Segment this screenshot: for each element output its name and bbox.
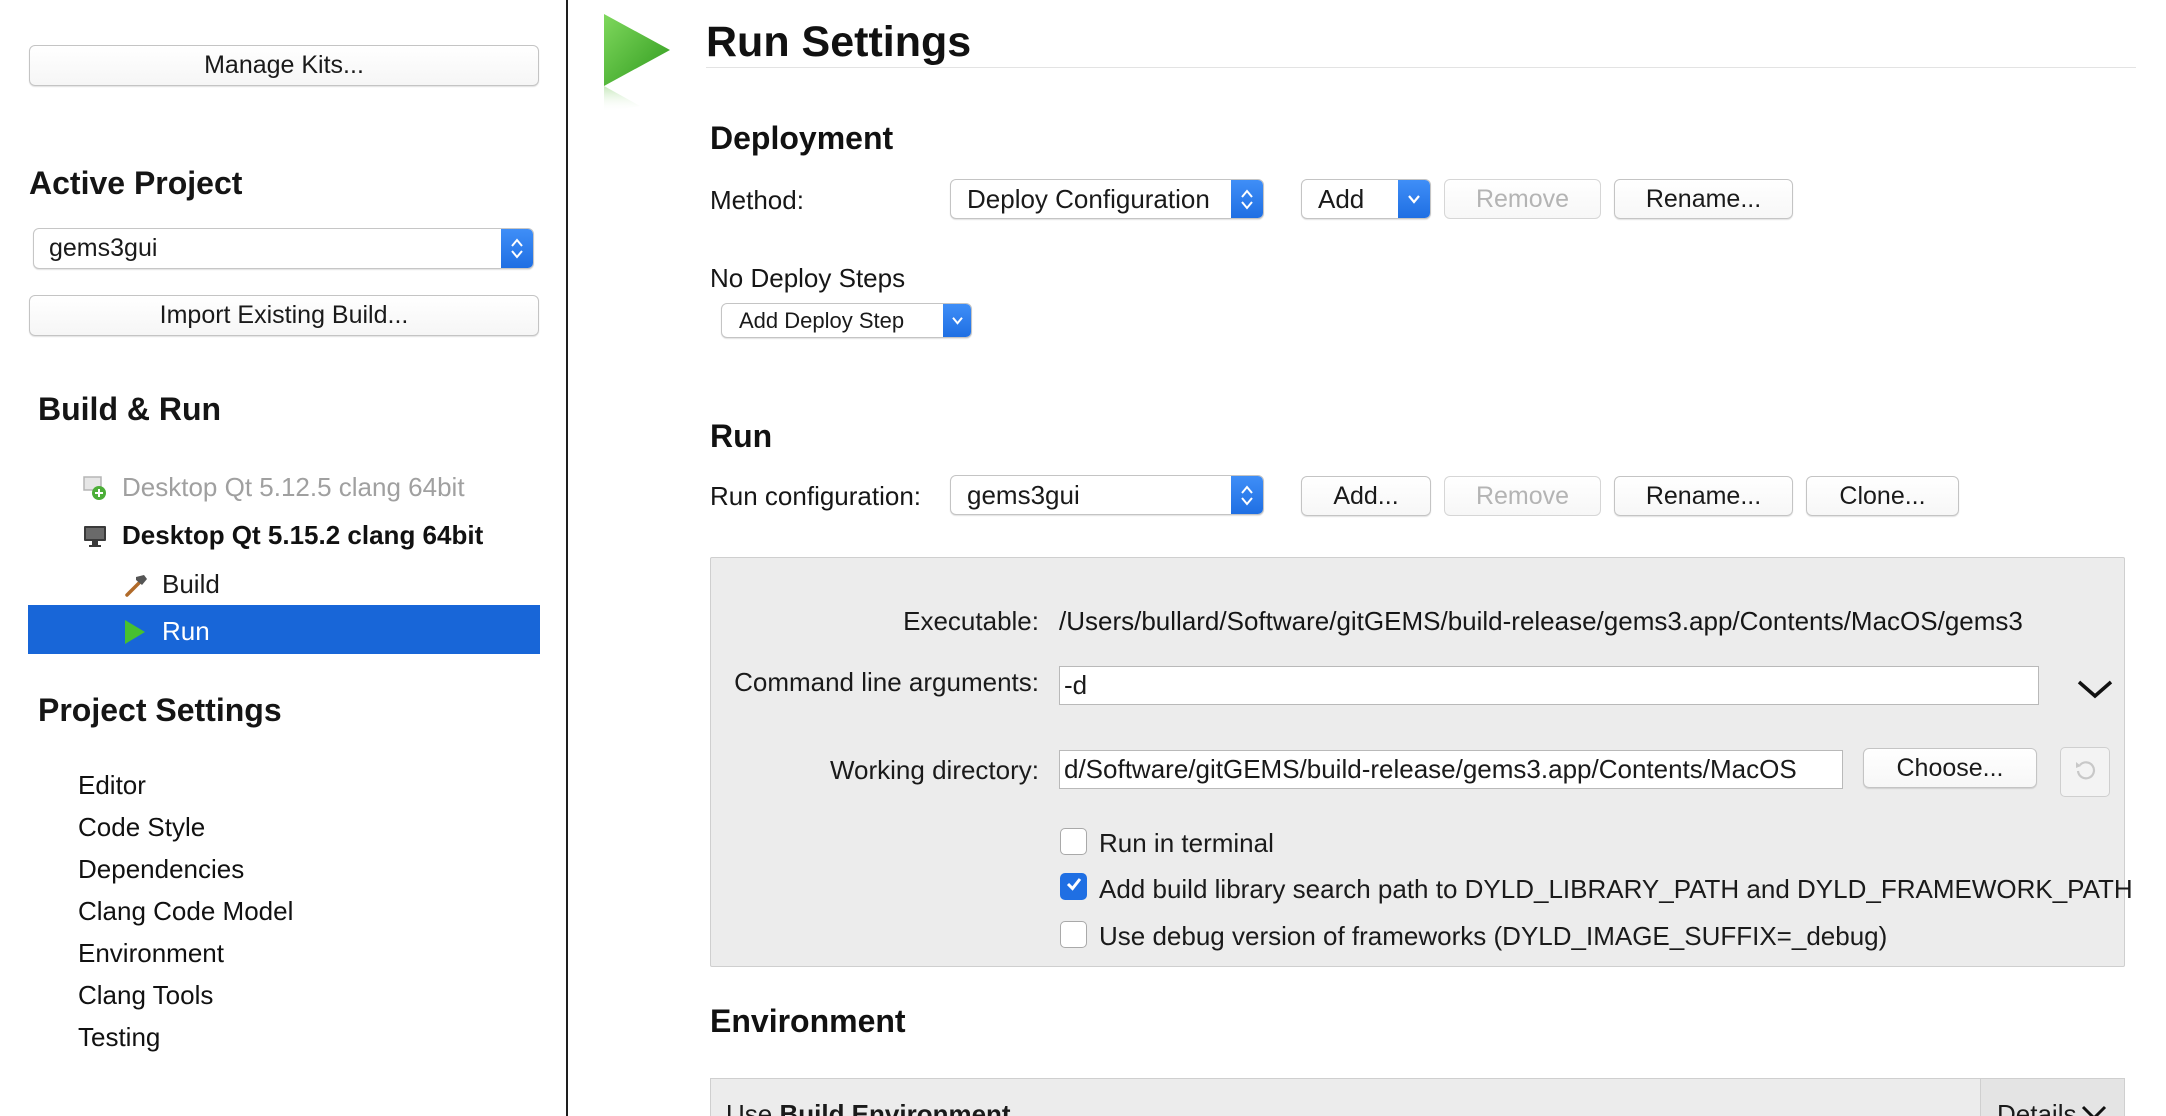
kit-item-qt-5-12-5[interactable]: Desktop Qt 5.12.5 clang 64bit <box>82 472 465 503</box>
sidebar-item-label: Run <box>162 616 210 646</box>
deploy-add-label: Add <box>1318 183 1365 214</box>
run-rename-button[interactable]: Rename... <box>1614 476 1793 516</box>
environment-base-value: Build Environment <box>779 1099 1011 1116</box>
add-deploy-step-button[interactable]: Add Deploy Step <box>721 303 972 338</box>
dyld-library-path-label: Add build library search path to DYLD_LI… <box>1099 874 2133 904</box>
kit-label: Desktop Qt 5.12.5 clang 64bit <box>122 472 465 502</box>
reset-directory-button[interactable] <box>2060 747 2110 797</box>
project-settings-heading: Project Settings <box>38 692 282 728</box>
working-directory-label: Working directory: <box>829 755 1039 785</box>
run-clone-button[interactable]: Clone... <box>1806 476 1959 516</box>
stepper-arrows-icon <box>1231 180 1263 218</box>
stepper-arrows-icon <box>501 229 533 268</box>
play-icon <box>122 618 148 646</box>
deploy-method-label: Method: <box>710 185 804 215</box>
choose-directory-button[interactable]: Choose... <box>1863 748 2037 788</box>
environment-table: Use Build Environment Details <box>710 1078 2125 1116</box>
kit-label: Desktop Qt 5.15.2 clang 64bit <box>122 520 484 550</box>
environment-base-label: Use Build Environment <box>726 1099 1011 1116</box>
run-configuration-value: gems3gui <box>967 479 1080 510</box>
add-deploy-step-label: Add Deploy Step <box>739 307 905 333</box>
executable-path: /Users/bullard/Software/gitGEMS/build-re… <box>1059 606 2023 636</box>
active-project-value: gems3gui <box>49 234 158 262</box>
settings-item-editor[interactable]: Editor <box>78 770 146 801</box>
chevron-down-icon <box>2080 1099 2108 1116</box>
command-line-arguments-input[interactable]: -d <box>1059 666 2039 705</box>
settings-item-clang-tools[interactable]: Clang Tools <box>78 980 213 1011</box>
sidebar-item-label: Build <box>162 569 220 599</box>
checkmark-icon <box>1064 874 1084 899</box>
sidebar-item-run[interactable]: Run <box>122 616 210 647</box>
deploy-configuration-select[interactable]: Deploy Configuration <box>950 179 1264 219</box>
page-title: Run Settings <box>706 18 972 66</box>
settings-item-clang-code-model[interactable]: Clang Code Model <box>78 896 293 927</box>
environment-use-prefix: Use <box>726 1099 780 1116</box>
deployment-heading: Deployment <box>710 120 894 156</box>
active-project-select[interactable]: gems3gui <box>33 228 534 269</box>
sidebar-item-build[interactable]: Build <box>122 569 220 600</box>
settings-item-environment[interactable]: Environment <box>78 938 224 969</box>
dyld-library-path-checkbox[interactable] <box>1060 873 1087 900</box>
no-deploy-steps-label: No Deploy Steps <box>710 263 906 293</box>
add-kit-icon <box>82 475 108 501</box>
reset-icon <box>2073 758 2097 787</box>
stepper-arrows-icon <box>1231 476 1263 514</box>
chevron-down-icon[interactable] <box>2075 674 2115 704</box>
monitor-icon <box>82 523 108 549</box>
hammer-icon <box>122 571 150 599</box>
deploy-add-menu-button[interactable]: Add <box>1301 179 1431 219</box>
environment-details-button[interactable]: Details <box>1980 1079 2124 1116</box>
run-remove-button[interactable]: Remove <box>1444 476 1601 516</box>
command-line-arguments-label: Command line arguments: <box>734 667 1039 697</box>
deploy-remove-button[interactable]: Remove <box>1444 179 1601 219</box>
executable-label: Executable: <box>903 606 1039 636</box>
manage-kits-button[interactable]: Manage Kits... <box>29 45 539 86</box>
debug-frameworks-label: Use debug version of frameworks (DYLD_IM… <box>1099 921 1888 951</box>
kit-item-qt-5-15-2[interactable]: Desktop Qt 5.15.2 clang 64bit <box>82 520 483 551</box>
run-settings-play-icon <box>600 12 676 117</box>
run-configuration-select[interactable]: gems3gui <box>950 475 1264 515</box>
main-panel: Run Settings Deployment Method: Deploy C… <box>570 0 2166 1116</box>
settings-item-dependencies[interactable]: Dependencies <box>78 854 244 885</box>
import-existing-build-button[interactable]: Import Existing Build... <box>29 295 539 336</box>
run-configuration-panel: Executable: /Users/bullard/Software/gitG… <box>710 557 2133 967</box>
details-label: Details <box>1997 1099 2077 1116</box>
environment-heading: Environment <box>710 1003 906 1039</box>
title-divider <box>706 67 2136 68</box>
deploy-configuration-value: Deploy Configuration <box>967 183 1210 214</box>
chevron-down-icon <box>943 304 971 337</box>
run-in-terminal-label: Run in terminal <box>1099 828 1274 858</box>
debug-frameworks-checkbox[interactable] <box>1060 921 1087 948</box>
working-directory-input[interactable]: d/Software/gitGEMS/build-release/gems3.a… <box>1059 750 1843 789</box>
chevron-down-icon <box>1398 180 1430 218</box>
active-project-heading: Active Project <box>29 165 243 201</box>
run-heading: Run <box>710 418 773 454</box>
run-configuration-label: Run configuration: <box>710 481 922 511</box>
run-in-terminal-checkbox[interactable] <box>1060 828 1087 855</box>
settings-item-testing[interactable]: Testing <box>78 1022 160 1053</box>
sidebar-item-run-highlight <box>28 605 540 654</box>
build-run-heading: Build & Run <box>38 391 222 427</box>
deploy-rename-button[interactable]: Rename... <box>1614 179 1793 219</box>
sidebar: Manage Kits... Active Project gems3gui I… <box>0 0 568 1116</box>
settings-item-code-style[interactable]: Code Style <box>78 812 205 843</box>
run-add-button[interactable]: Add... <box>1301 476 1431 516</box>
